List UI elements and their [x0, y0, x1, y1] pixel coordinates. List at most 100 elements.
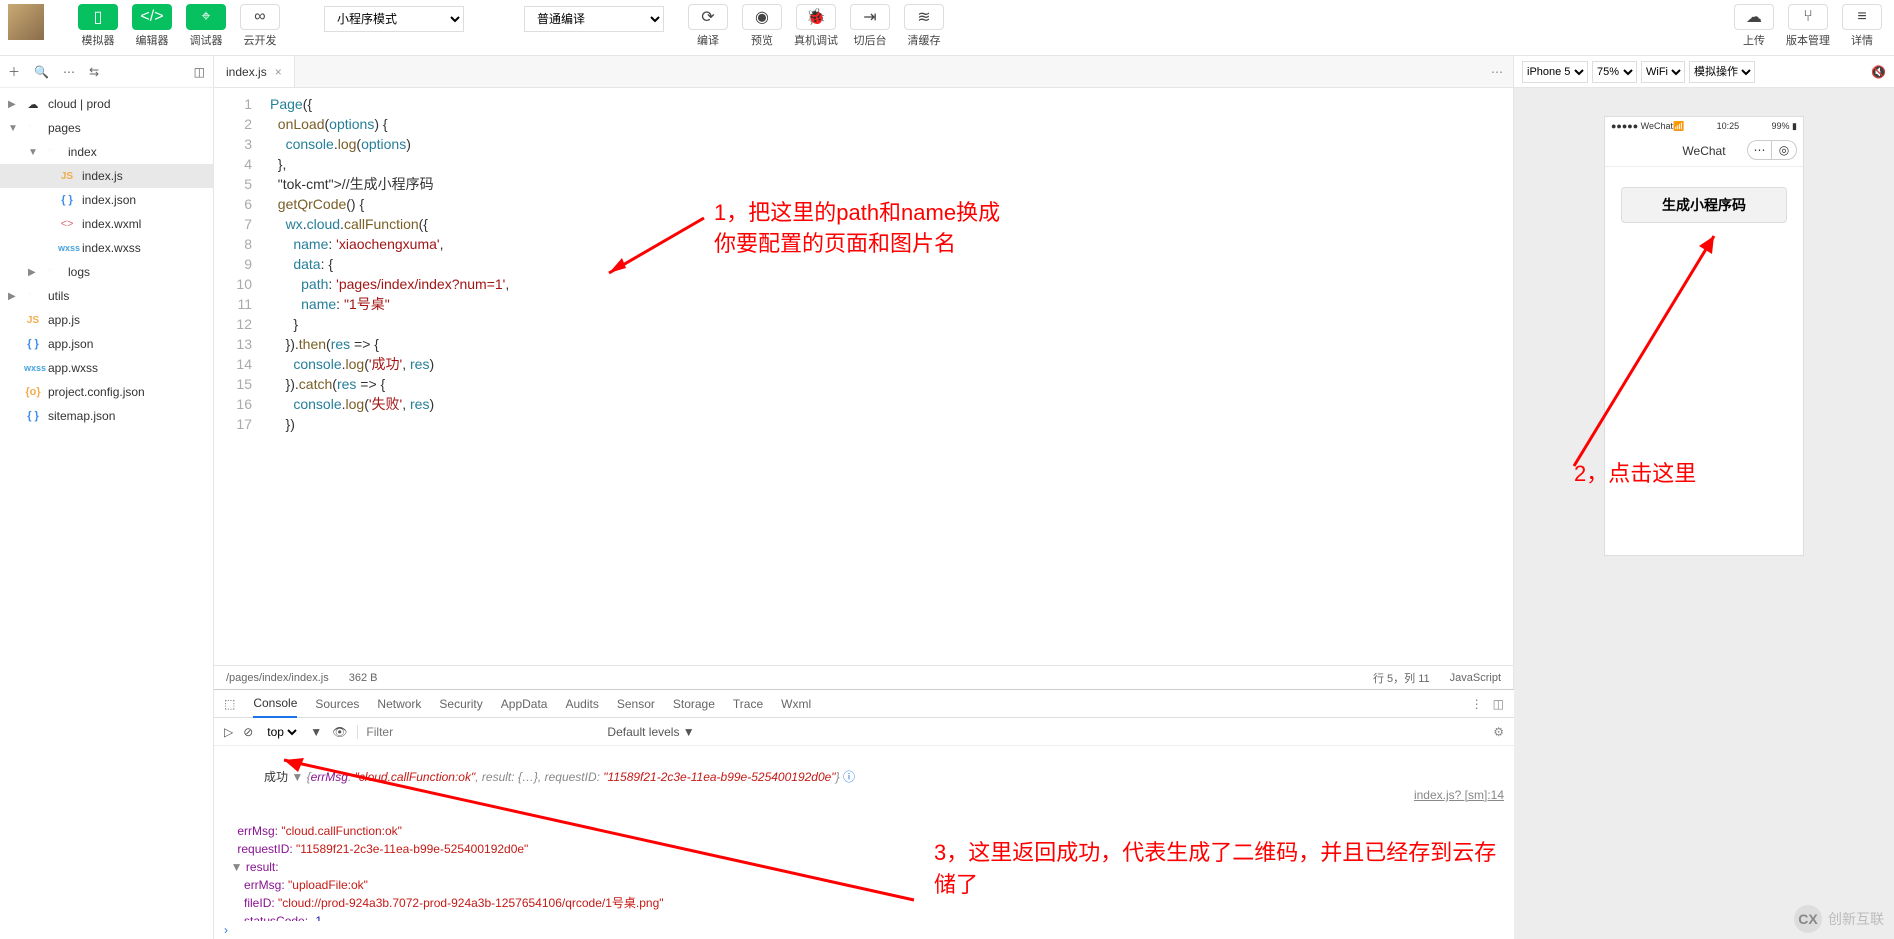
- file-app-wxss[interactable]: wxssapp.wxss: [0, 356, 213, 380]
- zoom-select[interactable]: 75%: [1592, 61, 1637, 83]
- folder-logs[interactable]: ▶logs: [0, 260, 213, 284]
- sim-action-select[interactable]: 模拟操作: [1689, 61, 1755, 83]
- more-icon[interactable]: ⋯: [63, 65, 75, 79]
- context-select[interactable]: top: [263, 724, 300, 740]
- code-content[interactable]: Page({ onLoad(options) { console.log(opt…: [262, 88, 1513, 665]
- mode-select-wrap: 小程序模式: [324, 6, 464, 32]
- upload-icon: ☁: [1734, 4, 1774, 30]
- live-expression-icon[interactable]: 👁: [332, 725, 347, 739]
- version-button[interactable]: ⑂版本管理: [1784, 4, 1832, 48]
- file-app-json[interactable]: { }app.json: [0, 332, 213, 356]
- file-sitemap[interactable]: { }sitemap.json: [0, 404, 213, 428]
- code-icon: </>: [132, 4, 172, 30]
- detail-button[interactable]: ≡详情: [1838, 4, 1886, 48]
- tab-trace[interactable]: Trace: [733, 697, 763, 711]
- file-index-json[interactable]: { }index.json: [0, 188, 213, 212]
- network-select[interactable]: WiFi: [1641, 61, 1685, 83]
- editor-status-bar: /pages/index/index.js 362 B 行 5，列 11 Jav…: [214, 665, 1513, 689]
- tab-audits[interactable]: Audits: [565, 697, 598, 711]
- tab-storage[interactable]: Storage: [673, 697, 715, 711]
- bug-icon: ⌖: [186, 4, 226, 30]
- editor-tabs: index.js × ⋯: [214, 56, 1513, 88]
- folder-cloud[interactable]: ▶☁cloud | prod: [0, 92, 213, 116]
- new-file-icon[interactable]: ＋: [8, 63, 20, 80]
- editor-label: 编辑器: [136, 32, 169, 48]
- devtools-dock-icon[interactable]: ◫: [1493, 697, 1504, 711]
- top-toolbar: ▯ 模拟器 </> 编辑器 ⌖ 调试器 ∞ 云开发 小程序模式 普通编译 ⟳编译: [0, 0, 1894, 56]
- folder-pages[interactable]: ▼pages: [0, 116, 213, 140]
- capsule-close-icon[interactable]: ◎: [1772, 141, 1796, 159]
- collapse-icon[interactable]: ⇆: [89, 65, 99, 79]
- upload-button[interactable]: ☁上传: [1730, 4, 1778, 48]
- folder-index[interactable]: ▼index: [0, 140, 213, 164]
- capsule-menu-icon[interactable]: ⋯: [1748, 141, 1772, 159]
- editor-button[interactable]: </> 编辑器: [128, 4, 176, 48]
- console-filter-bar: ▷ ⊘ top ▼ 👁 Default levels ▼ ⚙: [214, 718, 1514, 746]
- file-toolbar: ＋ 🔍 ⋯ ⇆ ◫: [0, 56, 213, 88]
- tab-console[interactable]: Console: [253, 696, 297, 718]
- tab-wxml[interactable]: Wxml: [781, 697, 811, 711]
- tab-network[interactable]: Network: [377, 697, 421, 711]
- tab-close-icon[interactable]: ×: [275, 65, 282, 79]
- status-language: JavaScript: [1450, 672, 1501, 684]
- phone-nav-bar: WeChat ⋯ ◎: [1605, 135, 1803, 167]
- file-index-wxml[interactable]: <>index.wxml: [0, 212, 213, 236]
- compile-button[interactable]: ⟳编译: [684, 4, 732, 48]
- annotation-3: 3，这里返回成功，代表生成了二维码，并且已经存到云存储了: [934, 835, 1514, 899]
- devtools-more-icon[interactable]: ⋮: [1471, 697, 1483, 711]
- log-success-label: 成功: [264, 770, 288, 784]
- search-icon[interactable]: 🔍: [34, 65, 49, 79]
- code-editor[interactable]: 1234567891011121314151617 Page({ onLoad(…: [214, 88, 1513, 665]
- cloud-icon: ∞: [240, 4, 280, 30]
- tab-sensor[interactable]: Sensor: [617, 697, 655, 711]
- compile-select[interactable]: 普通编译: [524, 6, 664, 32]
- editor-area: index.js × ⋯ 1234567891011121314151617 P…: [214, 56, 1514, 689]
- layers-icon: ≋: [904, 4, 944, 30]
- device-select[interactable]: iPhone 5: [1522, 61, 1588, 83]
- status-size: 362 B: [349, 672, 378, 684]
- preview-button[interactable]: ◉预览: [738, 4, 786, 48]
- run-icon[interactable]: ▷: [224, 725, 233, 739]
- console-source-link[interactable]: index.js? [sm]:14: [1414, 786, 1504, 804]
- compile-select-wrap: 普通编译: [524, 6, 664, 32]
- file-project-config[interactable]: {o}project.config.json: [0, 380, 213, 404]
- debugger-label: 调试器: [190, 32, 223, 48]
- capsule-button[interactable]: ⋯ ◎: [1747, 140, 1797, 160]
- cloud-dev-button[interactable]: ∞ 云开发: [236, 4, 284, 48]
- menu-icon: ≡: [1842, 4, 1882, 30]
- sound-icon[interactable]: 🔇: [1871, 65, 1886, 79]
- phone-icon: ▯: [78, 4, 118, 30]
- console-settings-icon[interactable]: ⚙: [1493, 725, 1504, 739]
- file-index-js[interactable]: JSindex.js: [0, 164, 213, 188]
- devtools-tabs: ⬚ Console Sources Network Security AppDa…: [214, 690, 1514, 718]
- debugger-button[interactable]: ⌖ 调试器: [182, 4, 230, 48]
- background-button[interactable]: ⇥切后台: [846, 4, 894, 48]
- clear-cache-button[interactable]: ≋清缓存: [900, 4, 948, 48]
- mode-select[interactable]: 小程序模式: [324, 6, 464, 32]
- file-index-wxss[interactable]: wxssindex.wxss: [0, 236, 213, 260]
- tab-sources[interactable]: Sources: [315, 697, 359, 711]
- folder-utils[interactable]: ▶utils: [0, 284, 213, 308]
- avatar[interactable]: [8, 4, 44, 40]
- generate-qrcode-button[interactable]: 生成小程序码: [1621, 187, 1787, 223]
- tab-index-js[interactable]: index.js ×: [214, 56, 295, 87]
- inspect-icon[interactable]: ⬚: [224, 697, 235, 711]
- console-filter-input[interactable]: [357, 725, 597, 739]
- simulator-label: 模拟器: [82, 32, 115, 48]
- split-icon[interactable]: ◫: [194, 65, 205, 79]
- real-debug-button[interactable]: 🐞真机调试: [792, 4, 840, 48]
- tab-appdata[interactable]: AppData: [501, 697, 548, 711]
- phone-page: 生成小程序码: [1605, 167, 1803, 555]
- file-tree: ▶☁cloud | prod ▼pages ▼index JSindex.js …: [0, 88, 213, 939]
- clear-console-icon[interactable]: ⊘: [243, 725, 253, 739]
- console-prompt[interactable]: ›: [214, 921, 1514, 939]
- file-app-js[interactable]: JSapp.js: [0, 308, 213, 332]
- simulator-button[interactable]: ▯ 模拟器: [74, 4, 122, 48]
- simulator-panel: iPhone 5 75% WiFi 模拟操作 🔇 ●●●●● WeChat📶 1…: [1514, 56, 1894, 939]
- tab-security[interactable]: Security: [439, 697, 482, 711]
- refresh-icon: ⟳: [688, 4, 728, 30]
- bug2-icon: 🐞: [796, 4, 836, 30]
- eye-icon: ◉: [742, 4, 782, 30]
- tabs-overflow-icon[interactable]: ⋯: [1481, 56, 1513, 87]
- log-levels-select[interactable]: Default levels ▼: [607, 725, 694, 739]
